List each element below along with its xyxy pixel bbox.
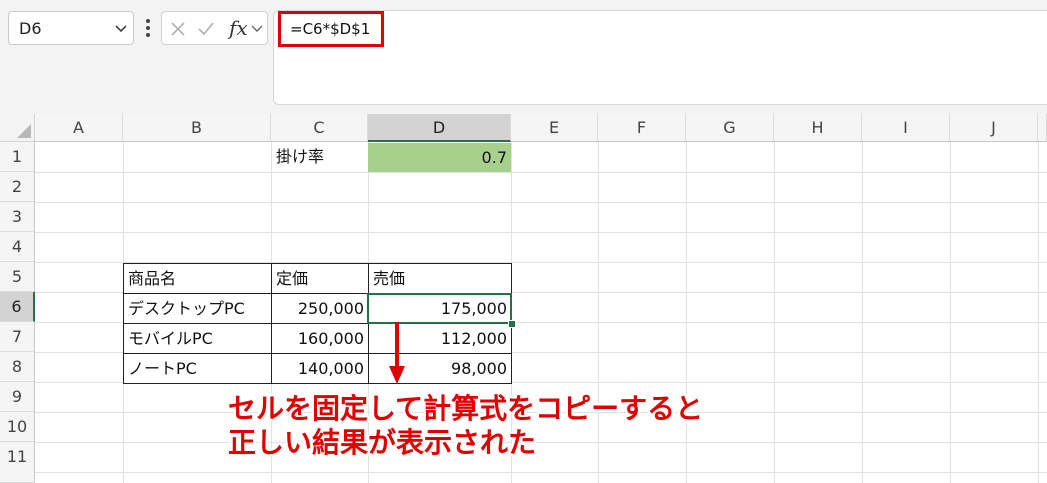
chevron-down-icon[interactable] [250, 21, 264, 35]
column-header-k[interactable] [1038, 114, 1047, 142]
select-all-corner[interactable] [0, 114, 35, 142]
fill-handle[interactable] [508, 320, 516, 328]
row-header-1[interactable]: 1 [0, 142, 35, 172]
table-cell-list-price[interactable]: 250,000 [272, 294, 369, 324]
row-header-2[interactable]: 2 [0, 172, 35, 202]
column-header-a[interactable]: A [35, 114, 123, 142]
name-box[interactable]: D6 [8, 11, 134, 45]
more-options-icon[interactable] [143, 17, 153, 39]
column-header-i[interactable]: I [862, 114, 950, 142]
formula-controls: fx [161, 11, 268, 45]
formula-highlight-box: =C6*$D$1 [278, 11, 384, 47]
cell-d1[interactable]: 0.7 [368, 143, 511, 172]
cell-c1[interactable]: 掛け率 [272, 142, 368, 172]
select-all-icon [17, 124, 31, 138]
column-header-f[interactable]: F [598, 114, 686, 142]
row-header-8[interactable]: 8 [0, 352, 35, 382]
column-header-d[interactable]: D [368, 114, 511, 142]
table-cell-list-price[interactable]: 140,000 [272, 354, 369, 384]
row-header-10[interactable]: 10 [0, 412, 35, 442]
annotation-line-1: セルを固定して計算式をコピーすると [228, 392, 704, 425]
cancel-icon[interactable] [169, 20, 187, 38]
table-header-product[interactable]: 商品名 [124, 264, 272, 294]
column-header-j[interactable]: J [950, 114, 1038, 142]
annotation-line-2: 正しい結果が表示された [228, 426, 537, 459]
table-header-sale-price[interactable]: 売価 [369, 264, 512, 294]
row-header-11-label: 11 [6, 447, 28, 466]
column-header-h[interactable]: H [774, 114, 862, 142]
formula-text: =C6*$D$1 [290, 20, 371, 38]
active-cell-selection [367, 293, 512, 324]
chevron-down-icon[interactable] [113, 20, 129, 36]
formula-input[interactable] [273, 10, 1047, 105]
row-header-4[interactable]: 4 [0, 232, 35, 262]
row-header-7[interactable]: 7 [0, 322, 35, 352]
table-cell-product[interactable]: デスクトップPC [124, 294, 272, 324]
row-header-6[interactable]: 6 [0, 292, 35, 322]
table-cell-list-price[interactable]: 160,000 [272, 324, 369, 354]
column-header-b[interactable]: B [123, 114, 271, 142]
name-box-value: D6 [19, 19, 42, 38]
down-arrow-icon [389, 322, 405, 384]
enter-check-icon[interactable] [197, 20, 215, 38]
table-header-list-price[interactable]: 定価 [272, 264, 369, 294]
column-header-e[interactable]: E [511, 114, 598, 142]
table-cell-product[interactable]: モバイルPC [124, 324, 272, 354]
table-cell-product[interactable]: ノートPC [124, 354, 272, 384]
column-header-g[interactable]: G [686, 114, 774, 142]
insert-function-icon[interactable]: fx [229, 16, 248, 40]
row-header-3[interactable]: 3 [0, 202, 35, 232]
row-header-9[interactable]: 9 [0, 382, 35, 412]
row-header-5[interactable]: 5 [0, 262, 35, 292]
column-header-c[interactable]: C [271, 114, 368, 142]
row-header-11[interactable]: 11 [0, 442, 35, 483]
annotation-text: セルを固定して計算式をコピーすると 正しい結果が表示された [228, 392, 703, 460]
